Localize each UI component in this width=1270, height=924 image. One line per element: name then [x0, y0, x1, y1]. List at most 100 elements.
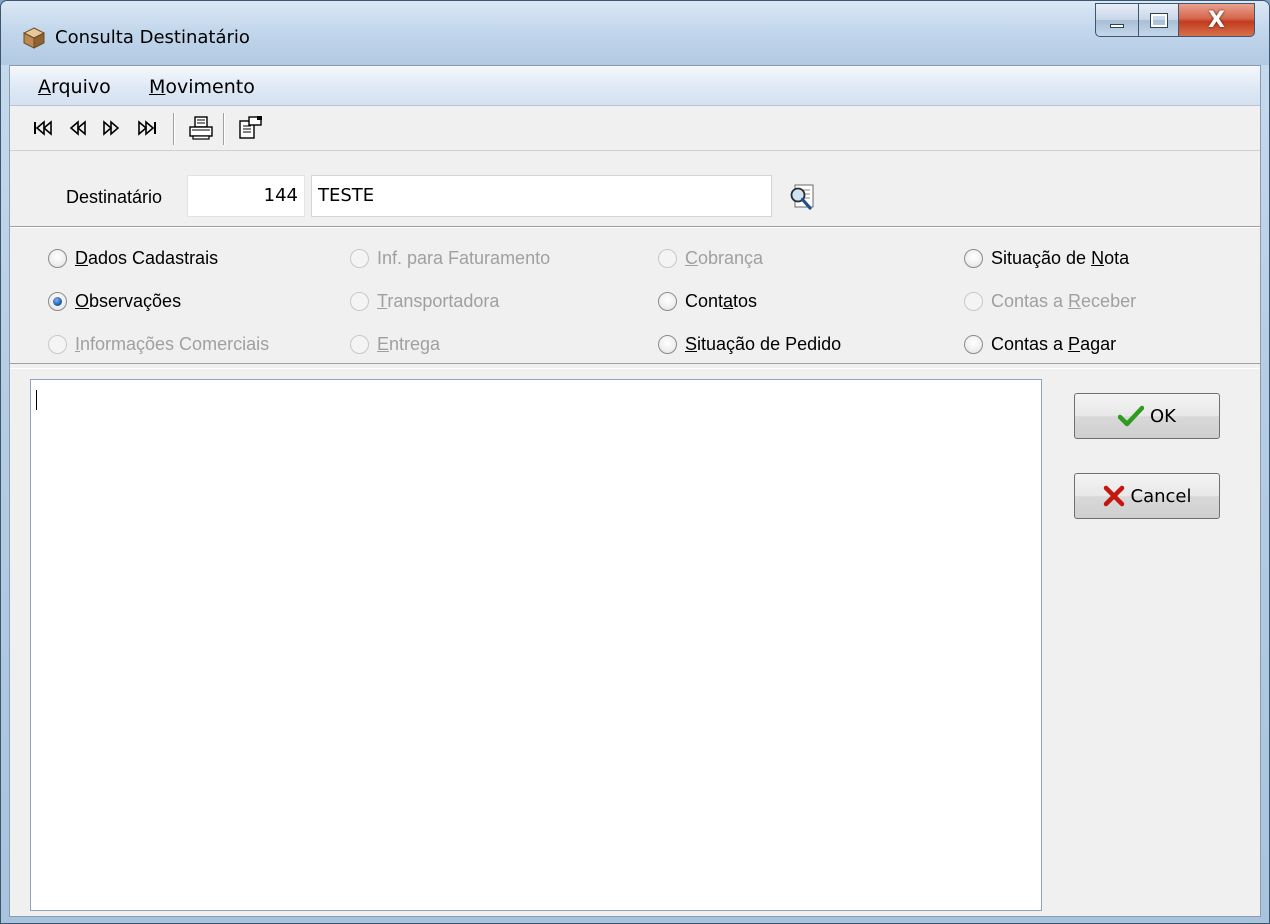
radio-situacao-de-nota[interactable]: Situação de Nota	[964, 248, 1129, 269]
radio-label: Transportadora	[377, 291, 499, 312]
radio-indicator	[350, 292, 369, 311]
menu-movimento-label: ovimento	[165, 76, 255, 98]
toolbar-separator	[173, 113, 175, 145]
destinatario-name-field[interactable]: TESTE	[311, 175, 772, 217]
maximize-button[interactable]	[1139, 3, 1179, 37]
radio-situacao-de-pedido[interactable]: Situação de Pedido	[658, 334, 841, 355]
radio-indicator	[658, 292, 677, 311]
cancel-label: Cancel	[1130, 485, 1192, 507]
menu-arquivo[interactable]: Arquivo	[38, 76, 111, 98]
radio-label: Contatos	[685, 291, 757, 312]
maximize-icon	[1149, 12, 1168, 28]
radio-transportadora[interactable]: Transportadora	[350, 291, 499, 312]
radio-indicator	[48, 335, 67, 354]
first-record-icon	[34, 120, 52, 136]
options-group: Dados Cadastrais Inf. para Faturamento Cob…	[10, 226, 1260, 364]
radio-label-accel: P	[1068, 334, 1081, 354]
search-lookup-icon	[790, 184, 814, 210]
radio-label-text: eceber	[1081, 291, 1137, 311]
client-area: Arquivo Movimento Destinatário 144 TESTE…	[9, 65, 1261, 917]
destinatario-code-field[interactable]: 144	[187, 175, 305, 217]
radio-label-accel: a	[723, 291, 734, 311]
menu-bar: Arquivo Movimento	[10, 66, 1260, 106]
next-record-button[interactable]	[96, 113, 126, 143]
memo-area: OK Cancel	[10, 368, 1260, 916]
radio-label-text: bservações	[89, 291, 182, 311]
radio-label-text: Situação de	[991, 248, 1092, 268]
radio-label-text: ransportadora	[387, 291, 500, 311]
previous-record-icon	[69, 120, 86, 136]
cube-icon	[23, 27, 45, 49]
observacoes-memo[interactable]	[30, 379, 1042, 911]
destinatario-row: Destinatário 144 TESTE	[10, 152, 1260, 226]
radio-label-accel: E	[377, 334, 390, 354]
radio-label-accel: R	[1068, 291, 1082, 311]
radio-dados-cadastrais[interactable]: Dados Cadastrais	[48, 248, 218, 269]
toolbar	[10, 107, 1260, 151]
menu-arquivo-accel: A	[38, 76, 51, 98]
radio-contatos[interactable]: Contatos	[658, 291, 757, 312]
radio-label: Situação de Nota	[991, 248, 1129, 269]
radio-cobranca[interactable]: Cobrança	[658, 248, 763, 269]
menu-arquivo-label: rquivo	[51, 76, 111, 98]
radio-contas-a-receber[interactable]: Contas a Receber	[964, 291, 1136, 312]
radio-inf-para-faturamento[interactable]: Inf. para Faturamento	[350, 248, 550, 269]
radio-observacoes[interactable]: Observações	[48, 291, 181, 312]
ok-label: OK	[1150, 405, 1176, 427]
window-title: Consulta Destinatário	[55, 27, 250, 48]
radio-label-text: ados Cadastrais	[88, 248, 219, 268]
cancel-button[interactable]: Cancel	[1074, 473, 1220, 519]
x-mark-icon	[1103, 485, 1124, 507]
radio-contas-a-pagar[interactable]: Contas a Pagar	[964, 334, 1116, 355]
radio-label: Contas a Pagar	[991, 334, 1116, 355]
radio-label-text: tos	[733, 291, 758, 311]
radio-label-text: ota	[1104, 248, 1130, 268]
toolbar-separator	[223, 113, 225, 145]
radio-label-accel: N	[1091, 248, 1105, 268]
close-icon: X	[1208, 7, 1225, 33]
window-controls: X	[1095, 3, 1255, 37]
print-icon	[189, 116, 213, 140]
radio-indicator	[658, 249, 677, 268]
radio-indicator	[964, 292, 983, 311]
minimize-icon	[1110, 24, 1124, 28]
print-button[interactable]	[186, 113, 216, 143]
radio-label-accel: S	[685, 334, 698, 354]
radio-label-accel: O	[75, 291, 90, 311]
radio-indicator	[48, 292, 67, 311]
radio-label-text: Inf. para Faturamento	[377, 248, 551, 268]
previous-record-button[interactable]	[63, 113, 93, 143]
properties-icon	[239, 116, 262, 139]
ok-button[interactable]: OK	[1074, 393, 1220, 439]
radio-indicator	[350, 335, 369, 354]
properties-button[interactable]	[236, 113, 266, 143]
close-button[interactable]: X	[1179, 3, 1255, 37]
radio-label-accel: D	[75, 248, 88, 268]
radio-label: Informações Comerciais	[75, 334, 269, 355]
radio-label: Contas a Receber	[991, 291, 1136, 312]
menu-movimento-accel: M	[149, 76, 166, 98]
radio-label-text: Contas a	[991, 334, 1069, 354]
next-record-icon	[103, 120, 120, 136]
lookup-button[interactable]	[786, 181, 818, 213]
radio-label-text: Contas a	[991, 291, 1069, 311]
radio-label-text: nformações Comerciais	[80, 334, 270, 354]
last-record-button[interactable]	[132, 113, 162, 143]
radio-label-text: ituação de Pedido	[697, 334, 842, 354]
radio-indicator	[964, 335, 983, 354]
radio-entrega[interactable]: Entrega	[350, 334, 440, 355]
title-bar[interactable]: Consulta Destinatário X	[1, 1, 1269, 65]
radio-informacoes-comerciais[interactable]: Informações Comerciais	[48, 334, 269, 355]
radio-label: Inf. para Faturamento	[377, 248, 550, 269]
minimize-button[interactable]	[1095, 3, 1139, 37]
radio-label: Dados Cadastrais	[75, 248, 218, 269]
destinatario-label: Destinatário	[66, 187, 163, 207]
first-record-button[interactable]	[28, 113, 58, 143]
radio-label-text: obrança	[698, 248, 764, 268]
menu-movimento[interactable]: Movimento	[149, 76, 255, 98]
radio-indicator	[964, 249, 983, 268]
application-window: Consulta Destinatário X Arquivo Moviment…	[0, 0, 1270, 924]
radio-label: Observações	[75, 291, 181, 312]
radio-indicator	[658, 335, 677, 354]
radio-label: Cobrança	[685, 248, 763, 269]
